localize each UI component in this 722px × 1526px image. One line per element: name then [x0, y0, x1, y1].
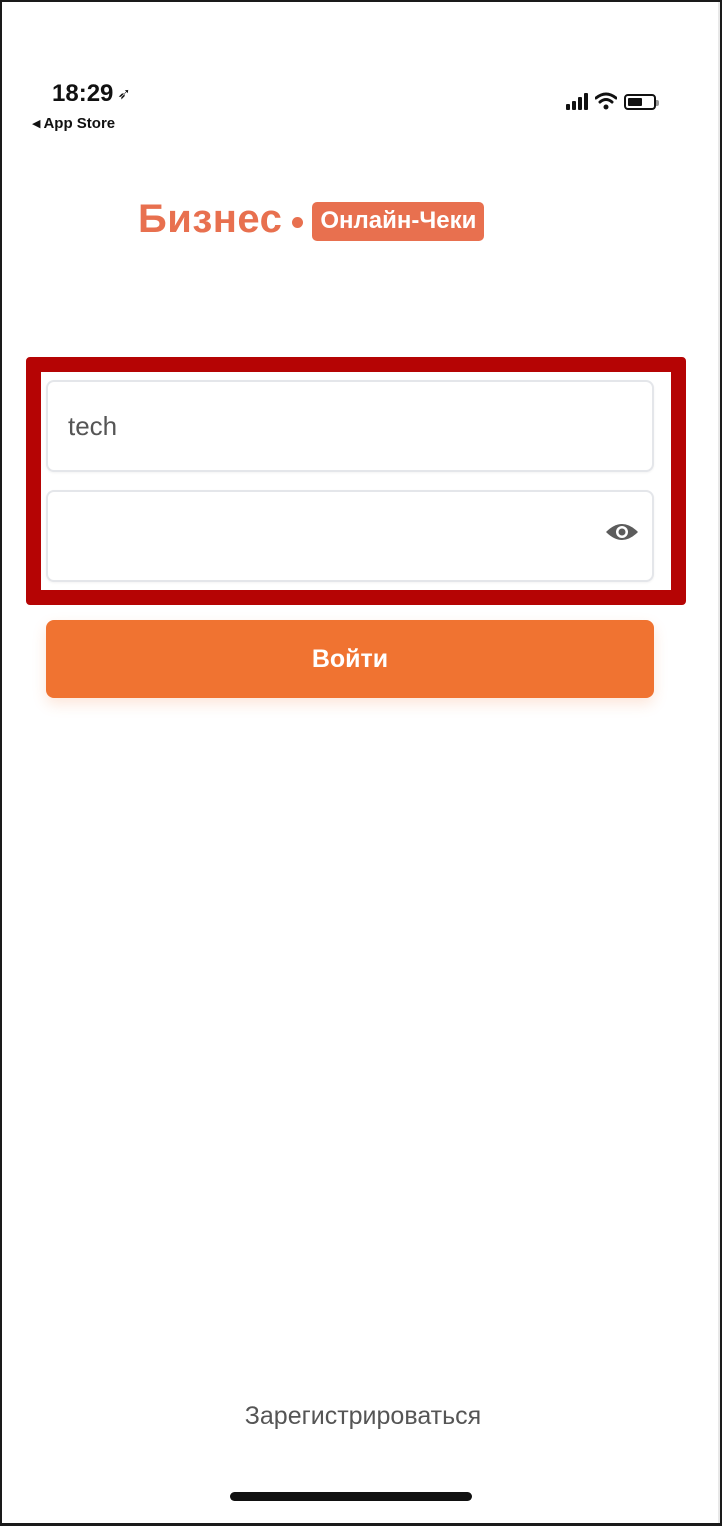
password-input[interactable] — [48, 492, 652, 580]
home-indicator[interactable] — [230, 1492, 472, 1501]
logo-badge: Онлайн-Чеки — [312, 201, 485, 241]
logo-brand: Бизнес — [138, 197, 283, 241]
password-field[interactable] — [46, 490, 654, 582]
time-text: 18:29 — [52, 80, 114, 107]
wifi-icon — [595, 92, 617, 110]
location-arrow-icon: ➶ — [117, 86, 131, 103]
back-app-label: App Store — [43, 115, 116, 132]
phone-screen: 18:29 ➶ ◀ App Store Бизнес Онлайн-Чеки t… — [0, 0, 722, 1526]
register-link[interactable]: Зарегистрироваться — [2, 1402, 722, 1431]
logo-dot — [292, 217, 304, 228]
cellular-signal-icon — [566, 92, 588, 110]
login-input[interactable] — [48, 382, 652, 470]
back-to-app-link[interactable]: ◀ App Store — [32, 115, 115, 132]
battery-icon — [624, 94, 659, 110]
frame-edge — [718, 2, 720, 1523]
eye-icon[interactable] — [604, 520, 640, 544]
login-field[interactable] — [46, 380, 654, 472]
app-logo: Бизнес Онлайн-Чеки — [138, 197, 485, 242]
status-time: 18:29 ➶ — [52, 80, 131, 108]
status-icons — [566, 92, 659, 110]
login-button[interactable]: Войти — [46, 620, 654, 698]
back-triangle-icon: ◀ — [32, 118, 41, 130]
